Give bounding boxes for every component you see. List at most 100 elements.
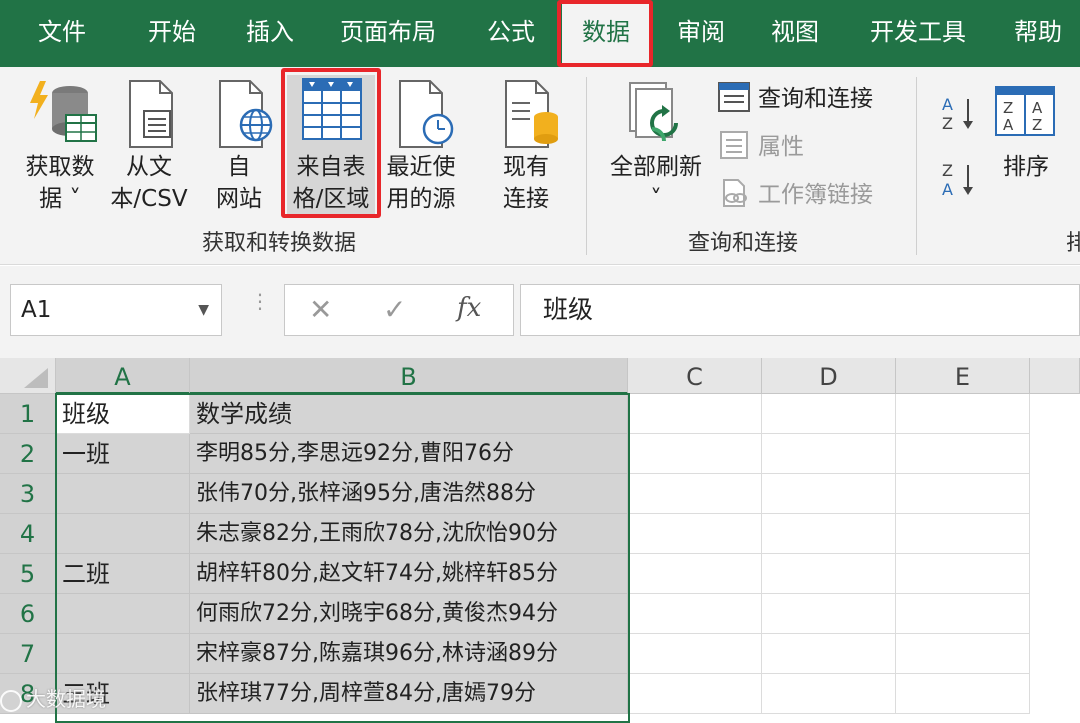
sort-descending-button[interactable]: ZA: [936, 155, 980, 199]
cell-b6[interactable]: 何雨欣72分,刘晓宇68分,黄俊杰94分: [190, 594, 628, 634]
cell-c8[interactable]: [628, 674, 762, 714]
cell-d4[interactable]: [762, 514, 896, 554]
workbook-links-button[interactable]: 工作簿链接: [718, 175, 873, 214]
cell-b7[interactable]: 宋梓豪87分,陈嘉琪96分,林诗涵89分: [190, 634, 628, 674]
cell-a3[interactable]: [56, 474, 190, 514]
sort-ascending-button[interactable]: AZ: [936, 89, 980, 133]
svg-text:A: A: [1003, 116, 1014, 134]
tab-view[interactable]: 视图: [756, 0, 834, 67]
cell-e4[interactable]: [896, 514, 1030, 554]
cell-c6[interactable]: [628, 594, 762, 634]
existing-connections-button[interactable]: 现有 连接: [484, 75, 568, 215]
cell-a1[interactable]: 班级: [56, 394, 190, 434]
row-header[interactable]: 6: [0, 594, 56, 634]
cell-b8[interactable]: 张梓琪77分,周梓萱84分,唐嫣79分: [190, 674, 628, 714]
sort-button[interactable]: Z A A Z 排序: [988, 75, 1064, 195]
cell-d1[interactable]: [762, 394, 896, 434]
tab-formulas[interactable]: 公式: [470, 0, 552, 67]
cell-d2[interactable]: [762, 434, 896, 474]
tab-developer[interactable]: 开发工具: [856, 0, 980, 67]
queries-connections-label: 查询和连接: [758, 86, 873, 112]
svg-text:Z: Z: [942, 161, 953, 180]
cell-e1[interactable]: [896, 394, 1030, 434]
name-box-dropdown-icon[interactable]: ▼: [198, 285, 209, 335]
cell-b2[interactable]: 李明85分,李思远92分,曹阳76分: [190, 434, 628, 474]
refresh-all-button[interactable]: 全部刷新 ˅: [600, 75, 712, 215]
ribbon: 获取数 据 ˅ 从文 本/CSV 自 网站 来自表 格/区域 最近使 用的源 现…: [0, 67, 1080, 265]
table-icon: [301, 77, 363, 150]
cell-d6[interactable]: [762, 594, 896, 634]
select-all-corner[interactable]: [0, 358, 56, 394]
from-text-csv-button[interactable]: 从文 本/CSV: [104, 75, 194, 215]
menu-bar: 文件 开始 插入 页面布局 公式 数据 审阅 视图 开发工具 帮助: [0, 0, 1080, 67]
cell-b5[interactable]: 胡梓轩80分,赵文轩74分,姚梓轩85分: [190, 554, 628, 594]
cell-e2[interactable]: [896, 434, 1030, 474]
tab-review[interactable]: 审阅: [662, 0, 740, 67]
cell-e7[interactable]: [896, 634, 1030, 674]
cancel-icon[interactable]: ✕: [309, 293, 332, 326]
column-header-a[interactable]: A: [56, 358, 190, 394]
cell-a5[interactable]: 二班: [56, 554, 190, 594]
cell-e5[interactable]: [896, 554, 1030, 594]
cell-c7[interactable]: [628, 634, 762, 674]
formula-bar-grip-icon: ⋮: [250, 289, 270, 313]
properties-button[interactable]: 属性: [718, 127, 804, 166]
cell-c2[interactable]: [628, 434, 762, 474]
cell-a6[interactable]: [56, 594, 190, 634]
from-web-button[interactable]: 自 网站: [200, 75, 278, 215]
watermark-logo-icon: [0, 689, 22, 712]
row-header[interactable]: 2: [0, 434, 56, 474]
cell-d7[interactable]: [762, 634, 896, 674]
cell-e6[interactable]: [896, 594, 1030, 634]
column-header-b[interactable]: B: [190, 358, 628, 394]
cell-b1[interactable]: 数学成绩: [190, 394, 628, 434]
cell-d8[interactable]: [762, 674, 896, 714]
tab-file[interactable]: 文件: [18, 0, 106, 67]
cell-e3[interactable]: [896, 474, 1030, 514]
get-data-button[interactable]: 获取数 据 ˅: [14, 75, 106, 215]
row-header[interactable]: 1: [0, 394, 56, 434]
row-header[interactable]: 3: [0, 474, 56, 514]
tab-insert[interactable]: 插入: [226, 0, 314, 67]
svg-text:A: A: [942, 180, 953, 199]
cell-c5[interactable]: [628, 554, 762, 594]
cell-e8[interactable]: [896, 674, 1030, 714]
name-box[interactable]: A1 ▼: [10, 284, 222, 336]
svg-text:Z: Z: [1032, 116, 1042, 134]
column-header-c[interactable]: C: [628, 358, 762, 394]
row-header[interactable]: 7: [0, 634, 56, 674]
cell-a4[interactable]: [56, 514, 190, 554]
queries-connections-button[interactable]: 查询和连接: [718, 79, 873, 118]
cell-c4[interactable]: [628, 514, 762, 554]
tab-help[interactable]: 帮助: [1000, 0, 1076, 67]
sort-za-icon: ZA: [940, 159, 976, 208]
formula-input[interactable]: 班级: [520, 284, 1080, 336]
existing-connections-label-1: 现有: [503, 154, 549, 180]
cell-a2[interactable]: 一班: [56, 434, 190, 474]
cell-b3[interactable]: 张伟70分,张梓涵95分,唐浩然88分: [190, 474, 628, 514]
queries-icon: [718, 81, 750, 118]
from-table-range-button[interactable]: 来自表 格/区域: [287, 75, 375, 215]
existing-connection-icon: [502, 79, 562, 158]
properties-label: 属性: [758, 134, 804, 160]
enter-icon[interactable]: ✓: [383, 293, 406, 326]
cell-d5[interactable]: [762, 554, 896, 594]
column-header-f[interactable]: [1030, 358, 1080, 394]
refresh-all-label-1: 全部刷新: [610, 154, 702, 180]
tab-home[interactable]: 开始: [128, 0, 216, 67]
row-header[interactable]: 5: [0, 554, 56, 594]
cell-a7[interactable]: [56, 634, 190, 674]
column-header-d[interactable]: D: [762, 358, 896, 394]
cell-c1[interactable]: [628, 394, 762, 434]
row-header[interactable]: 4: [0, 514, 56, 554]
cell-d3[interactable]: [762, 474, 896, 514]
tab-page-layout[interactable]: 页面布局: [328, 0, 448, 67]
insert-function-icon[interactable]: fx: [457, 293, 481, 323]
recent-sources-label-1: 最近使: [386, 154, 456, 180]
column-header-e[interactable]: E: [896, 358, 1030, 394]
cell-c3[interactable]: [628, 474, 762, 514]
tab-data[interactable]: 数据: [562, 0, 650, 67]
recent-sources-button[interactable]: 最近使 用的源: [378, 75, 464, 215]
text-file-icon: [126, 79, 176, 158]
cell-b4[interactable]: 朱志豪82分,王雨欣78分,沈欣怡90分: [190, 514, 628, 554]
